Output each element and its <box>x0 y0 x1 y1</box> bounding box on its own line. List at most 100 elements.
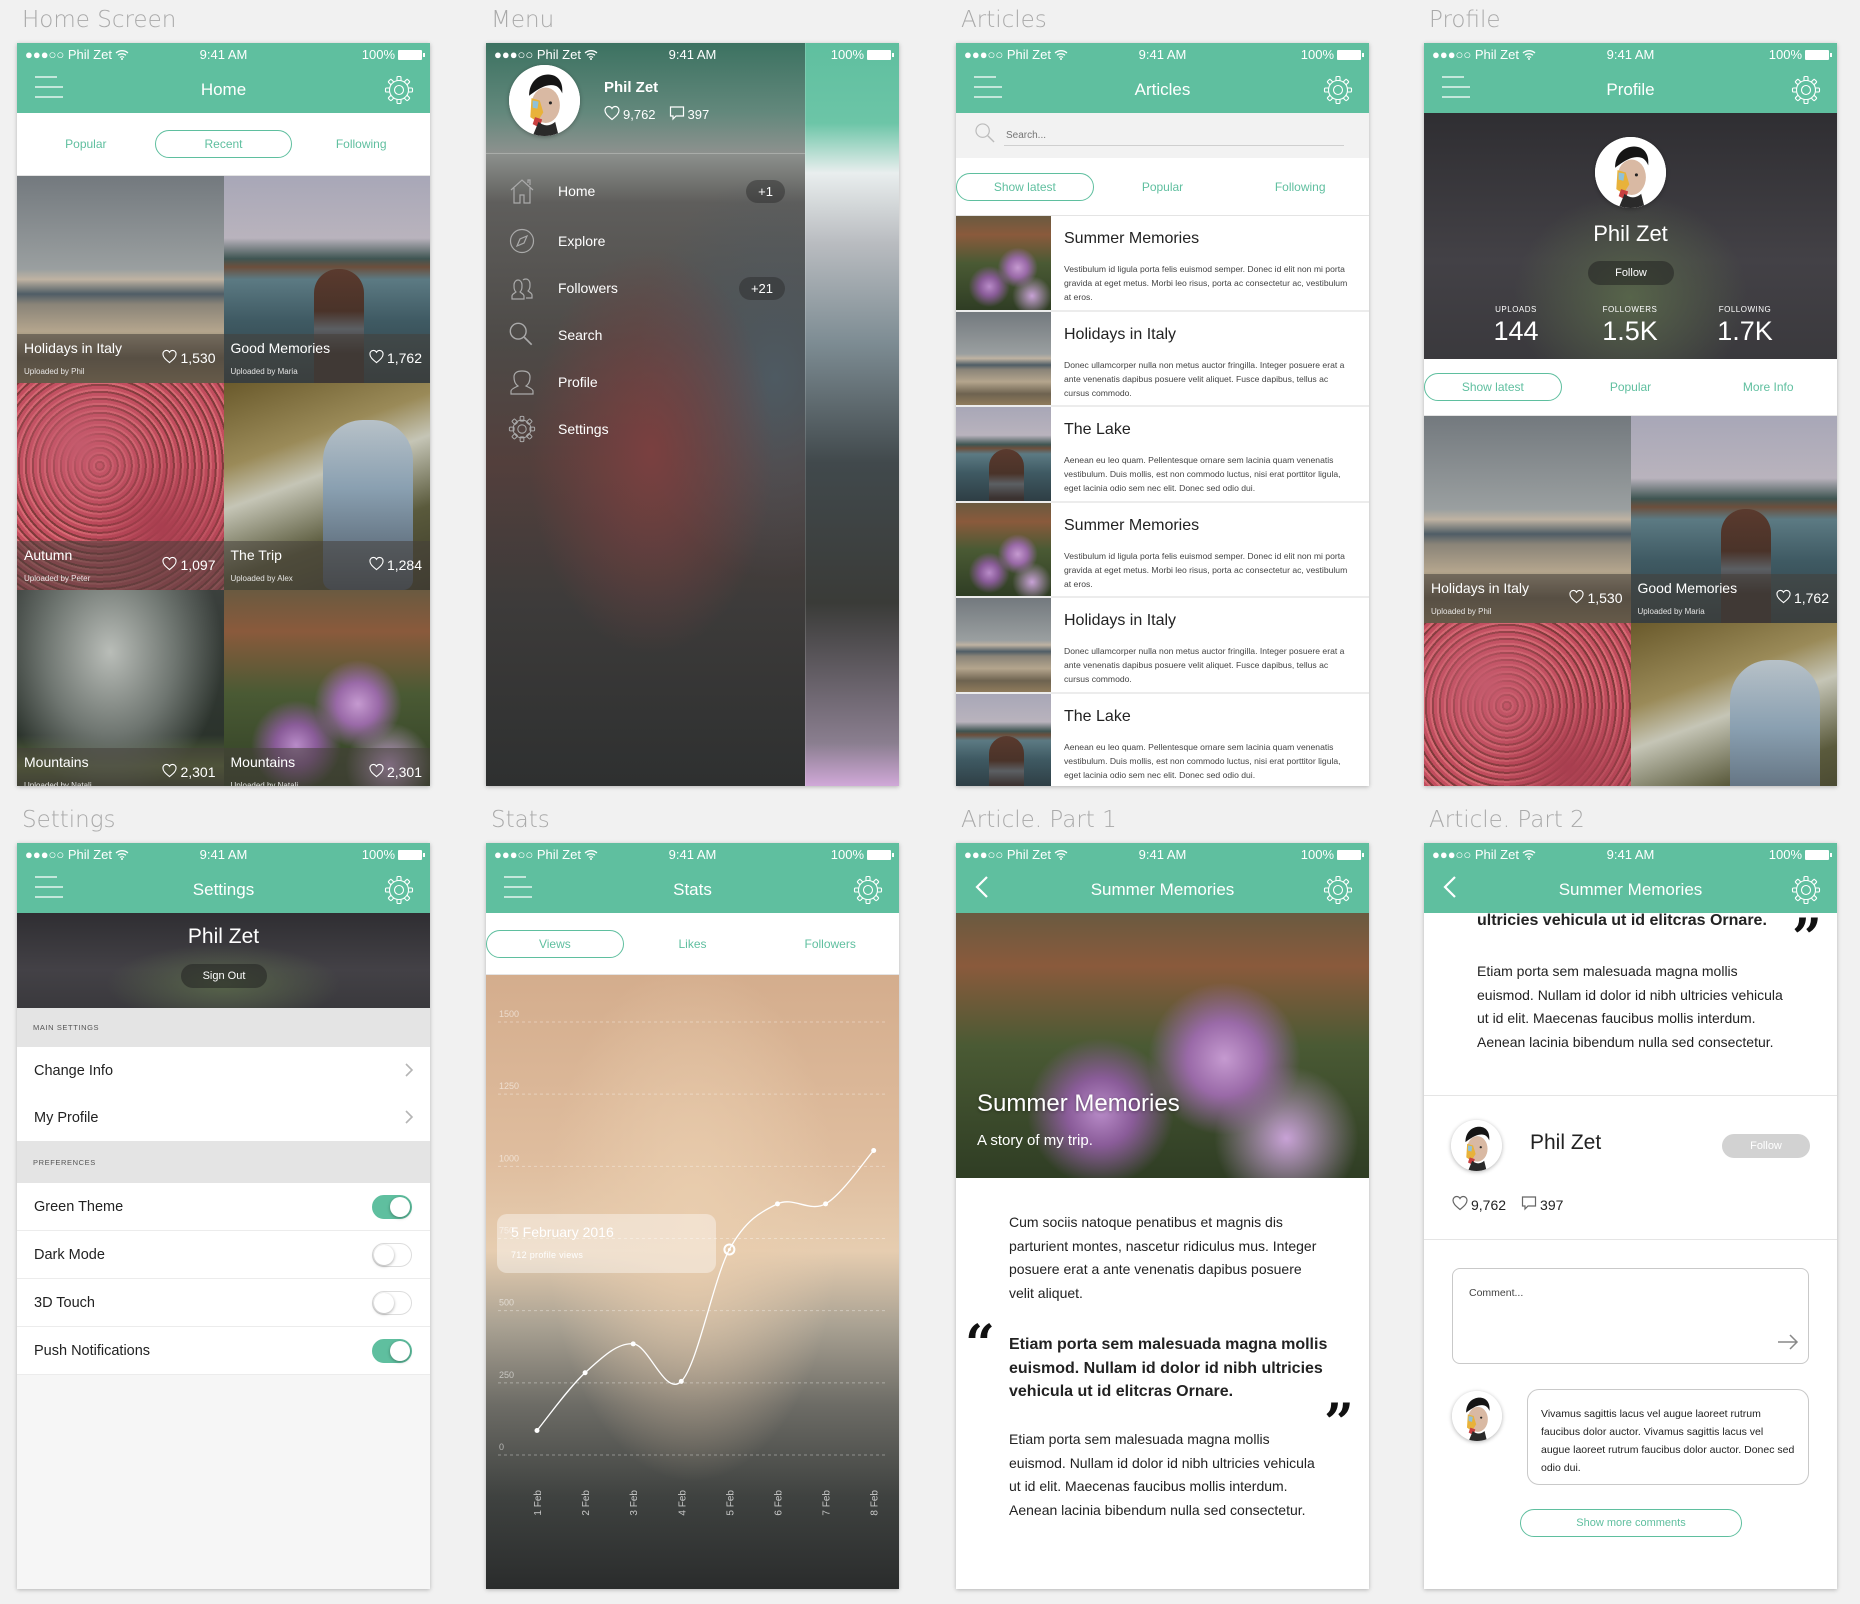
tab-following[interactable]: Following <box>292 130 430 158</box>
menu-item-settings[interactable]: Settings <box>486 409 805 449</box>
battery: 100% <box>1769 847 1832 862</box>
tab-popular[interactable]: Popular <box>17 130 155 158</box>
tab-popular[interactable]: Popular <box>1562 373 1700 401</box>
menu-item-home[interactable]: Home +1 <box>486 171 805 211</box>
data-point[interactable] <box>823 1201 829 1207</box>
data-point[interactable] <box>534 1427 540 1433</box>
tab-views[interactable]: Views <box>486 929 624 958</box>
heart-icon <box>1452 1195 1468 1214</box>
like-button[interactable]: 2,301 <box>162 763 216 781</box>
like-button[interactable]: 1,284 <box>369 556 422 574</box>
menu-button[interactable] <box>974 75 1004 102</box>
back-button[interactable] <box>974 875 1004 902</box>
tab-likes[interactable]: Likes <box>624 930 762 958</box>
like-button[interactable]: 1,097 <box>162 556 216 574</box>
content-preview[interactable] <box>805 43 899 786</box>
articles-screen: ●●●○○ Phil Zet9:41 AM100% Articles Show la… <box>956 43 1369 786</box>
photo-card[interactable] <box>1630 623 1837 786</box>
like-button[interactable]: 1,762 <box>1776 589 1829 607</box>
avatar[interactable] <box>1452 1391 1502 1441</box>
menu-item-explore[interactable]: Explore <box>486 221 805 261</box>
tab-more-info[interactable]: More Info <box>1699 373 1837 401</box>
status-bar: ●●●○○ Phil Zet 9:41 AM 100% <box>1424 43 1837 66</box>
menu-button[interactable] <box>35 75 65 102</box>
nav-bar: Articles <box>956 66 1369 113</box>
screen-label: Article. Part 2 <box>1429 807 1585 833</box>
article-paragraph: Etiam porta sem malesuada magna mollis e… <box>1477 963 1783 1050</box>
settings-button[interactable] <box>384 875 414 905</box>
avatar[interactable] <box>509 65 580 136</box>
data-point[interactable] <box>678 1378 684 1384</box>
photo-card[interactable]: Mountains Uploaded by Natali 2,301 <box>17 590 224 786</box>
tab-recent[interactable]: Recent <box>154 130 293 158</box>
divider <box>1424 1239 1837 1240</box>
article-list-item[interactable]: Holidays in Italy Donec ullamcorper nulla… <box>956 598 1369 694</box>
photo-card[interactable]: Autumn Uploaded by Peter 1,097 <box>17 383 224 590</box>
settings-button[interactable] <box>1323 75 1353 105</box>
search-input[interactable] <box>1004 125 1344 146</box>
avatar[interactable] <box>1595 137 1666 208</box>
status-bar: ●●●○○ Phil Zet 9:41 AM 100% <box>17 43 430 66</box>
section-header: PREFERENCES <box>17 1141 430 1183</box>
toggle-switch[interactable] <box>372 1195 412 1219</box>
settings-button[interactable] <box>1791 875 1821 905</box>
screen-title: Summer Memories <box>1558 879 1703 899</box>
settings-button[interactable] <box>853 875 883 905</box>
battery: 100% <box>1301 847 1364 862</box>
data-point[interactable] <box>582 1370 588 1376</box>
menu-button[interactable] <box>1442 75 1472 102</box>
follow-button[interactable]: Follow <box>1722 1134 1810 1158</box>
article-list-item[interactable]: The Lake Aenean eu leo quam. Pellentesque… <box>956 693 1369 786</box>
toggle-switch[interactable] <box>372 1291 412 1315</box>
menu-button[interactable] <box>35 875 65 902</box>
article-list-item[interactable]: Summer Memories Vestibulum id ligula port… <box>956 216 1369 312</box>
sign-out-button[interactable]: Sign Out <box>181 964 267 988</box>
photo-card[interactable]: The Trip Uploaded by Alex 1,284 <box>223 383 430 590</box>
data-point[interactable] <box>630 1341 636 1347</box>
like-button[interactable]: 2,301 <box>369 763 422 781</box>
like-button[interactable]: 1,530 <box>162 349 216 367</box>
tab-following[interactable]: Following <box>1231 173 1369 201</box>
stat-label: FOLLOWERS <box>1602 305 1658 314</box>
show-more-comments-button[interactable]: Show more comments <box>1520 1509 1742 1537</box>
avatar[interactable] <box>1451 1120 1502 1171</box>
photo-card[interactable]: Holidays in Italy Uploaded by Phil 1,530 <box>17 176 224 383</box>
settings-row-my-profile[interactable]: My Profile <box>17 1094 430 1142</box>
photo-card[interactable] <box>1424 623 1631 786</box>
toggle-switch[interactable] <box>372 1243 412 1267</box>
battery-icon <box>867 849 894 860</box>
tab-show-latest[interactable]: Show latest <box>956 172 1094 201</box>
toggle-switch[interactable] <box>372 1339 412 1363</box>
comment-input[interactable]: Comment... <box>1452 1268 1809 1364</box>
card-uploader: Uploaded by Natali <box>24 781 92 786</box>
like-button[interactable]: 1,762 <box>369 349 422 367</box>
settings-row-change-info[interactable]: Change Info <box>17 1047 430 1095</box>
article-list-item[interactable]: Summer Memories Vestibulum id ligula port… <box>956 502 1369 598</box>
data-point[interactable] <box>775 1201 780 1207</box>
tab-followers[interactable]: Followers <box>761 930 899 958</box>
article-quote: Etiam porta sem malesuada magna mollis e… <box>1009 1336 1328 1400</box>
photo-card[interactable]: Good Memories Uploaded by Maria 1,762 <box>1630 416 1837 623</box>
article-list-item[interactable]: The Lake Aenean eu leo quam. Pellentesque… <box>956 407 1369 503</box>
back-button[interactable] <box>1442 875 1472 902</box>
photo-card[interactable]: Good Memories Uploaded by Maria 1,762 <box>223 176 430 383</box>
photo-card[interactable]: Holidays in Italy Uploaded by Phil 1,530 <box>1424 416 1631 623</box>
chevron-right-icon <box>404 1062 414 1082</box>
settings-button[interactable] <box>384 75 414 105</box>
article-list-item[interactable]: Holidays in Italy Donec ullamcorper nulla… <box>956 311 1369 407</box>
data-point[interactable] <box>871 1147 877 1153</box>
settings-button[interactable] <box>1791 75 1821 105</box>
menu-item-profile[interactable]: Profile <box>486 362 805 402</box>
likes-count: 9,762 <box>623 107 656 122</box>
article-title: Holidays in Italy <box>1064 325 1177 343</box>
like-button[interactable]: 1,530 <box>1569 589 1623 607</box>
settings-button[interactable] <box>1323 875 1353 905</box>
tab-show-latest[interactable]: Show latest <box>1424 373 1562 401</box>
photo-card[interactable]: Mountains Uploaded by Natali 2,301 <box>223 590 430 786</box>
send-arrow-icon[interactable] <box>1777 1334 1799 1355</box>
menu-button[interactable] <box>504 875 534 902</box>
menu-item-search[interactable]: Search <box>486 315 805 355</box>
follow-button[interactable]: Follow <box>1588 261 1674 285</box>
menu-item-followers[interactable]: Followers +21 <box>486 268 805 308</box>
tab-popular[interactable]: Popular <box>1094 173 1232 201</box>
